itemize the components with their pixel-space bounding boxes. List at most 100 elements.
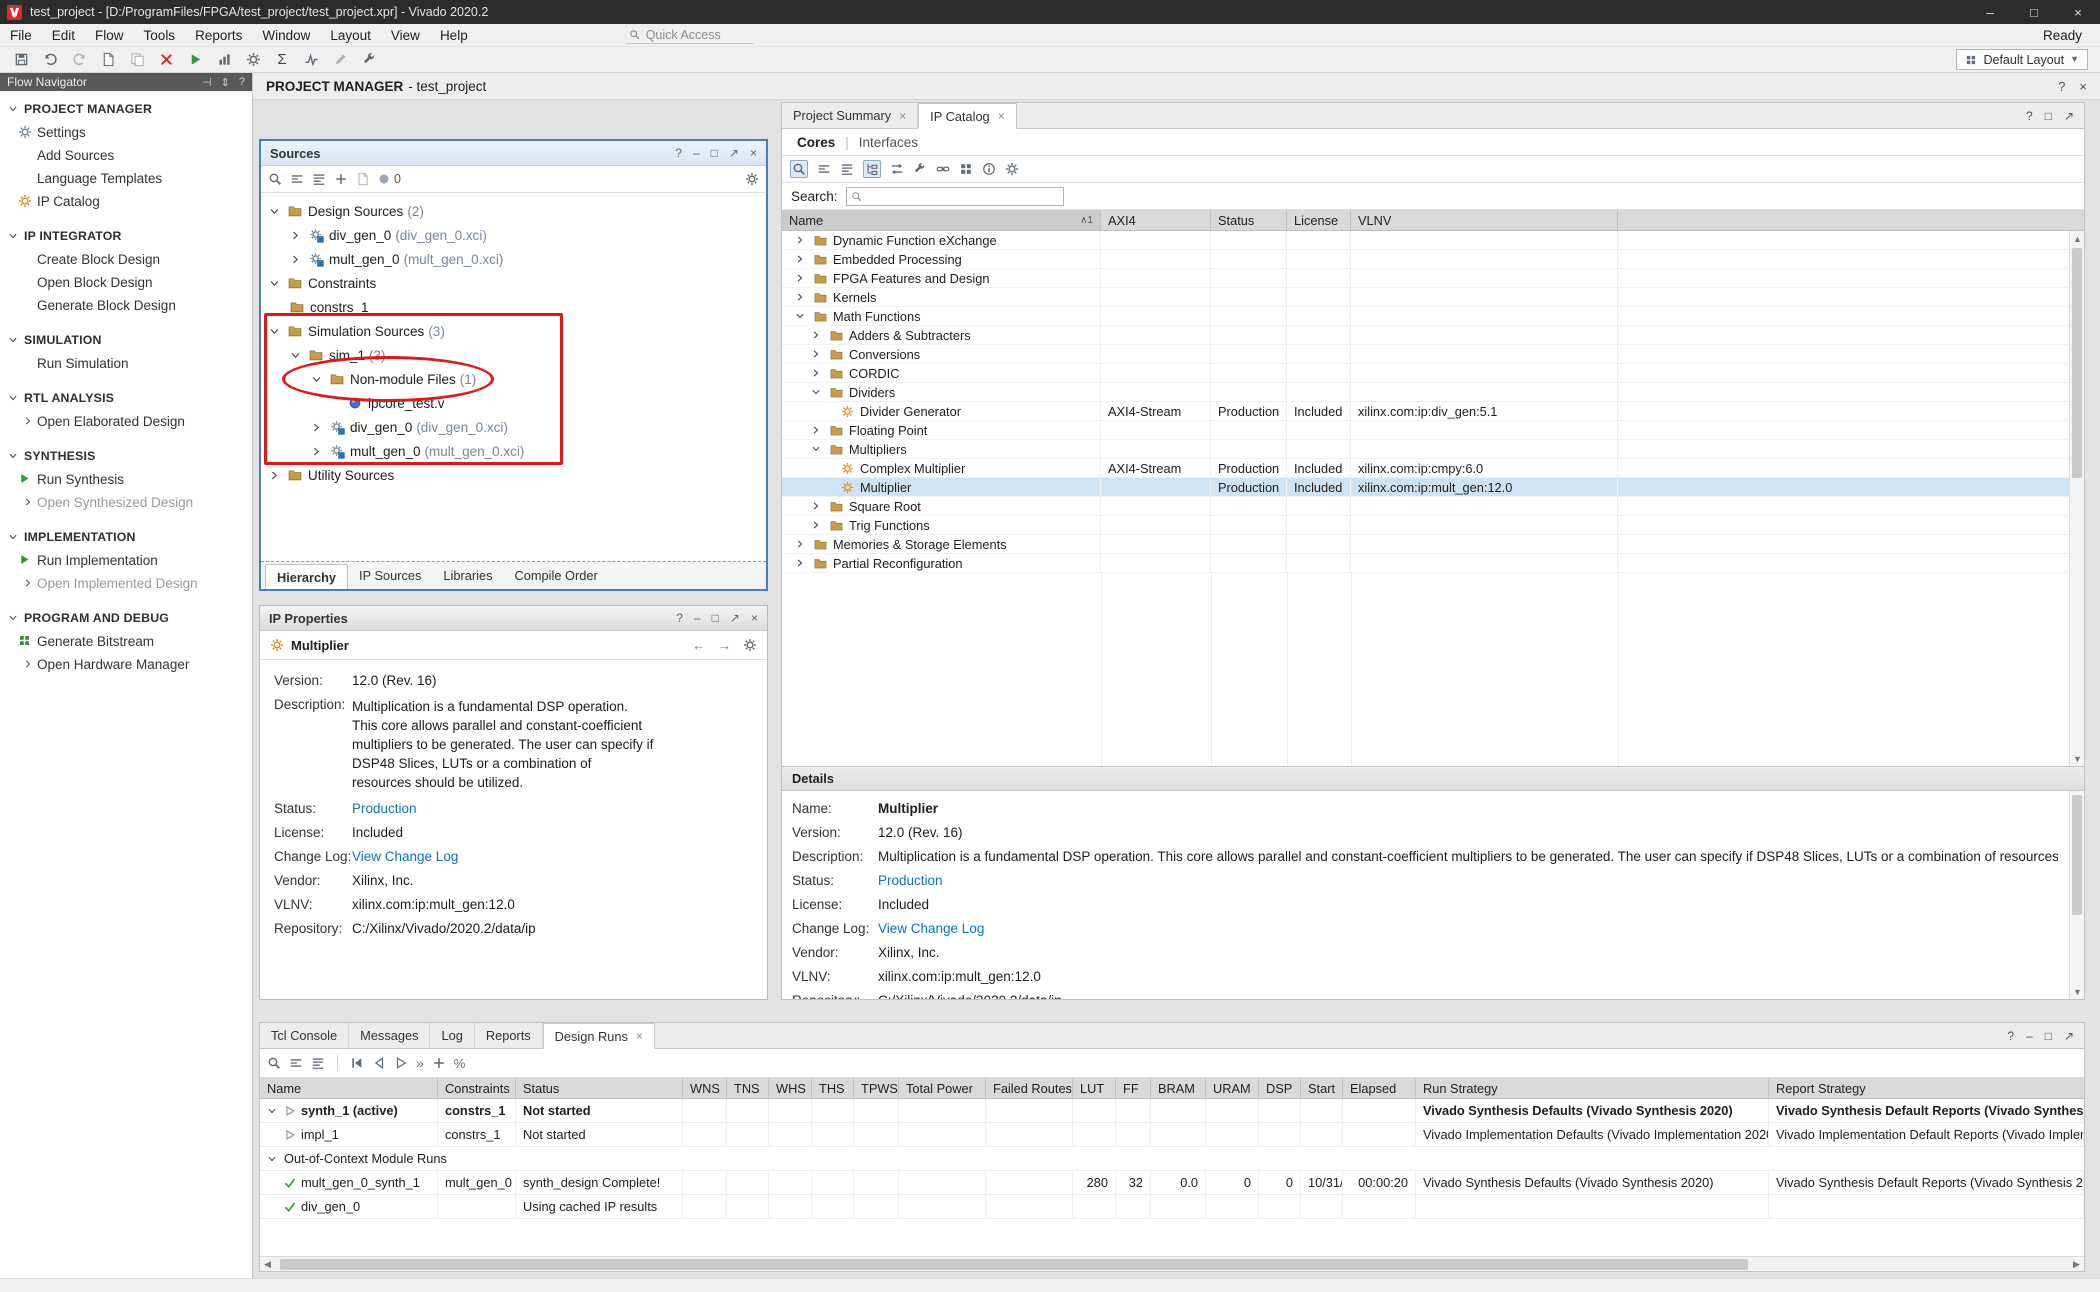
tree-row-simulation-sources[interactable]: Simulation Sources (3) [261,319,766,343]
scroll-left-icon[interactable]: ◀ [260,1257,275,1272]
chevron-right-icon[interactable] [23,497,33,507]
tab-design-runs[interactable]: Design Runs × [543,1023,655,1049]
minimize-icon[interactable]: – [2026,1029,2033,1043]
help-icon[interactable]: ? [676,611,683,625]
flownav-item-open-block-design[interactable]: Open Block Design [0,271,252,294]
close-icon[interactable]: × [899,109,906,123]
chevron-down-icon[interactable] [288,350,303,361]
chevron-right-icon[interactable] [792,235,807,245]
maximize-icon[interactable]: □ [2012,0,2056,24]
flownav-item-open-synthesized-design[interactable]: Open Synthesized Design [0,491,252,514]
float-icon[interactable]: □ [712,611,719,625]
chevron-right-icon[interactable] [792,558,807,568]
chevron-down-icon[interactable] [792,311,807,321]
catalog-row[interactable]: Embedded Processing [782,250,2084,269]
chevron-down-icon[interactable] [267,278,282,289]
details-vertical-scrollbar[interactable]: ▼ [2069,791,2084,999]
flownav-section-header[interactable]: RTL ANALYSIS [0,388,252,410]
column-name[interactable]: Name∧1 [782,210,1101,230]
scroll-right-icon[interactable]: ▶ [2069,1257,2084,1272]
tree-row-mult-gen-0[interactable]: mult_gen_0 (mult_gen_0.xci) [261,247,766,271]
copy-icon[interactable] [95,49,121,71]
tree-row-constraints[interactable]: Constraints [261,271,766,295]
run-icon[interactable] [182,49,208,71]
chevron-right-icon[interactable] [792,273,807,283]
chevron-right-icon[interactable] [808,349,823,359]
chevron-down-icon[interactable] [267,326,282,337]
collapse-all-icon[interactable] [290,172,304,186]
menu-help[interactable]: Help [430,24,478,46]
cancel-icon[interactable] [153,49,179,71]
report-icon[interactable] [211,49,237,71]
settings-gear-icon[interactable] [240,49,266,71]
customize-icon[interactable] [913,162,927,176]
chevron-down-icon[interactable] [267,206,282,217]
column-failed-routes[interactable]: Failed Routes [986,1078,1073,1098]
collapse-all-icon[interactable] [289,1056,303,1070]
catalog-row[interactable]: Adders & Subtracters [782,326,2084,345]
chevron-down-icon[interactable] [808,387,823,397]
flownav-section-header[interactable]: SIMULATION [0,330,252,352]
catalog-row-math-functions[interactable]: Math Functions [782,307,2084,326]
run-row-div-gen-0[interactable]: div_gen_0 Using cached IP results [260,1195,2084,1219]
settings-gear-icon[interactable] [745,172,759,186]
column-tns[interactable]: TNS [727,1078,769,1098]
catalog-row-dividers[interactable]: Dividers [782,383,2084,402]
flownav-section-header[interactable]: IMPLEMENTATION [0,527,252,549]
column-elapsed[interactable]: Elapsed [1343,1078,1416,1098]
add-run-icon[interactable] [432,1056,446,1070]
catalog-row[interactable]: FPGA Features and Design [782,269,2084,288]
catalog-row[interactable]: Memories & Storage Elements [782,535,2084,554]
horizontal-scrollbar[interactable]: ◀ ▶ [260,1256,2084,1271]
run-group-out-of-context[interactable]: Out-of-Context Module Runs [260,1147,2084,1171]
close-icon[interactable]: × [636,1029,643,1043]
maximize-icon[interactable]: ↗ [730,611,740,625]
close-icon[interactable]: × [750,146,757,160]
tab-libraries[interactable]: Libraries [432,562,503,589]
scroll-down-icon[interactable]: ▼ [2070,984,2084,999]
tree-row-sim-1[interactable]: sim_1 (3) [261,343,766,367]
subtab-interfaces[interactable]: Interfaces [859,135,918,150]
catalog-search-input[interactable] [866,189,1059,204]
minimize-icon[interactable]: – [694,611,701,625]
chevron-right-icon[interactable] [808,368,823,378]
flownav-section-header[interactable]: PROGRAM AND DEBUG [0,608,252,630]
catalog-row[interactable]: Kernels [782,288,2084,307]
step-back-icon[interactable] [372,1056,386,1070]
back-icon[interactable]: ← [692,638,706,653]
expand-collapse-icon[interactable]: ⇕ [221,76,230,89]
tab-ip-sources[interactable]: IP Sources [348,562,432,589]
dock-icon[interactable]: ⊣ [202,76,212,89]
chevron-right-icon[interactable] [792,539,807,549]
chevron-right-icon[interactable] [267,470,282,481]
flownav-item-settings[interactable]: Settings [0,121,252,144]
view-change-log-link[interactable]: View Change Log [352,849,458,864]
info-icon[interactable] [982,162,996,176]
flownav-item-add-sources[interactable]: Add Sources [0,144,252,167]
column-constraints[interactable]: Constraints [438,1078,516,1098]
float-icon[interactable]: □ [2045,1029,2052,1043]
flownav-item-generate-block-design[interactable]: Generate Block Design [0,294,252,317]
tree-row-constrs-1[interactable]: constrs_1 [261,295,766,319]
tree-row-sim-div-gen-0[interactable]: div_gen_0 (div_gen_0.xci) [261,415,766,439]
expand-all-icon[interactable] [840,162,854,176]
chevron-right-icon[interactable] [808,520,823,530]
chevron-down-icon[interactable] [264,1154,279,1164]
flownav-item-language-templates[interactable]: Language Templates [0,167,252,190]
catalog-row[interactable]: Trig Functions [782,516,2084,535]
flownav-section-header[interactable]: IP INTEGRATOR [0,226,252,248]
run-row-mult-gen-0-synth-1[interactable]: mult_gen_0_synth_1 mult_gen_0 synth_desi… [260,1171,2084,1195]
scroll-up-icon[interactable]: ▲ [2070,231,2084,246]
ip-status-link[interactable]: Production [352,801,417,816]
fast-forward-icon[interactable]: » [416,1055,424,1071]
tab-tcl-console[interactable]: Tcl Console [260,1023,349,1048]
flownav-item-open-elaborated-design[interactable]: Open Elaborated Design [0,410,252,433]
column-status[interactable]: Status [516,1078,683,1098]
settings-gear-icon[interactable] [1005,162,1019,176]
tree-row-sim-mult-gen-0[interactable]: mult_gen_0 (mult_gen_0.xci) [261,439,766,463]
minimize-icon[interactable]: – [693,146,700,160]
catalog-row[interactable]: Floating Point [782,421,2084,440]
flownav-item-create-block-design[interactable]: Create Block Design [0,248,252,271]
column-bram[interactable]: BRAM [1151,1078,1206,1098]
search-icon[interactable] [268,172,282,186]
